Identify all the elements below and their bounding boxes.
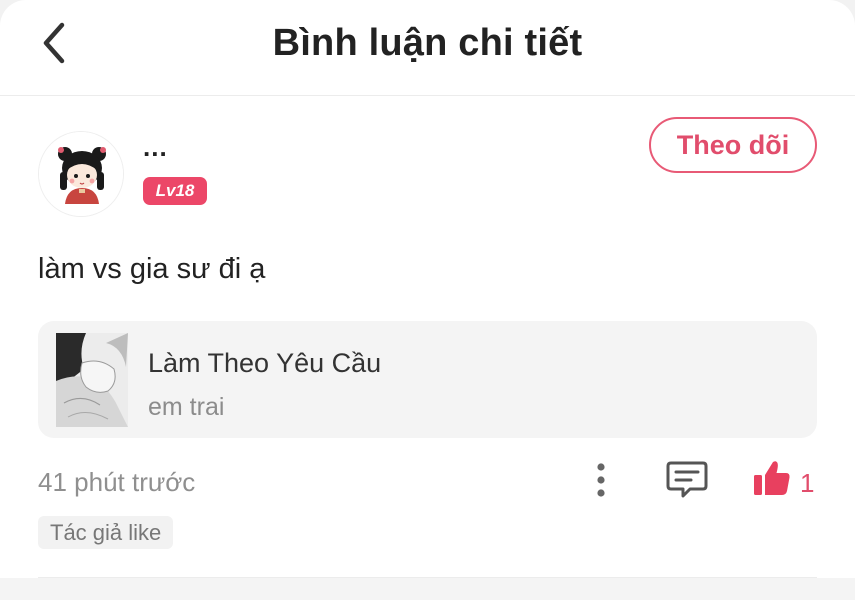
bottom-spacer (0, 578, 855, 600)
page-title: Bình luận chi tiết (272, 22, 583, 64)
like-count: 1 (800, 468, 815, 498)
avatar[interactable] (38, 131, 124, 217)
comment-timestamp: 41 phút trước (38, 467, 196, 497)
username[interactable]: ... (143, 132, 168, 163)
more-options-button[interactable] (586, 460, 616, 500)
story-cover-image (56, 333, 128, 427)
story-title: Làm Theo Yêu Cầu (148, 348, 382, 378)
top-bar: Bình luận chi tiết (0, 0, 855, 96)
like-button[interactable] (752, 458, 792, 498)
comment-detail-screen: Bình luận chi tiết ... Lv18 Theo dõi làm… (0, 0, 855, 600)
thumbs-up-icon (754, 461, 790, 495)
comment-icon (666, 461, 708, 498)
comment-text: làm vs gia sư đi ạ (38, 253, 266, 285)
author-liked-tag: Tác giả like (38, 516, 174, 549)
reply-button[interactable] (665, 459, 709, 501)
avatar-girl-icon (39, 132, 123, 216)
story-subtitle: em trai (148, 393, 225, 421)
level-badge: Lv18 (143, 177, 207, 205)
story-card[interactable]: Làm Theo Yêu Cầu em trai (38, 321, 817, 438)
more-vertical-icon (597, 463, 605, 497)
follow-button[interactable]: Theo dõi (649, 117, 817, 173)
